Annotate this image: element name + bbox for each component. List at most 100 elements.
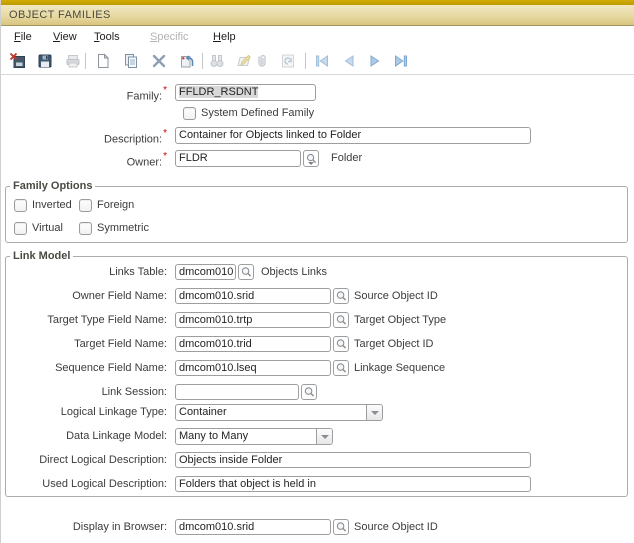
inverted-checkbox[interactable] — [14, 199, 27, 212]
dropdown-arrow-icon — [308, 162, 314, 165]
link-session-lookup-button[interactable] — [301, 384, 317, 400]
owner-description: Folder — [331, 150, 362, 167]
owner-lookup-button[interactable] — [303, 150, 319, 167]
magnifier-icon — [335, 362, 348, 374]
link-session-input[interactable] — [175, 384, 299, 400]
sequence-field-name-label: Sequence Field Name: — [1, 360, 167, 377]
dropdown-button[interactable] — [316, 429, 332, 444]
links-table-label: Links Table: — [1, 264, 167, 281]
display-in-browser-description: Source Object ID — [354, 519, 438, 536]
display-in-browser-input[interactable]: dmcom010.srid — [175, 519, 331, 535]
description-input[interactable]: Container for Objects linked to Folder — [175, 127, 531, 144]
description-label: Description:* — [1, 127, 167, 149]
find-binoculars-icon — [208, 52, 226, 70]
exit-button[interactable] — [8, 51, 28, 71]
first-record-button[interactable] — [312, 51, 332, 71]
target-field-name-input[interactable]: dmcom010.trid — [175, 336, 331, 352]
toolbar-separator — [202, 53, 203, 69]
sequence-field-name-input[interactable]: dmcom010.lseq — [175, 360, 331, 376]
edit-note-icon — [235, 52, 253, 70]
magnifier-icon — [240, 266, 253, 278]
used-logical-description-label: Used Logical Description: — [1, 476, 167, 493]
exit-icon — [9, 52, 27, 70]
print-button[interactable] — [63, 51, 83, 71]
magnifier-icon — [303, 386, 316, 398]
required-marker: * — [163, 151, 167, 162]
dropdown-arrow-icon — [371, 411, 379, 415]
print-icon — [64, 52, 82, 70]
magnifier-icon — [335, 338, 348, 350]
magnifier-icon — [335, 521, 348, 533]
next-record-button[interactable] — [365, 51, 385, 71]
revert-icon — [178, 52, 196, 70]
toolbar-separator — [85, 53, 86, 69]
virtual-checkbox[interactable] — [14, 222, 27, 235]
target-field-description: Target Object ID — [354, 336, 433, 353]
toolbar-separator — [305, 53, 306, 69]
target-type-field-name-label: Target Type Field Name: — [1, 312, 167, 329]
toolbar — [1, 47, 634, 75]
find-button[interactable] — [207, 51, 227, 71]
target-type-field-lookup-button[interactable] — [333, 312, 349, 328]
links-table-input[interactable]: dmcom010 — [175, 264, 236, 280]
delete-button[interactable] — [149, 51, 169, 71]
required-marker: * — [163, 128, 167, 139]
system-defined-family-checkbox[interactable] — [183, 107, 196, 120]
copy-icon — [122, 52, 140, 70]
new-document-icon — [94, 52, 112, 70]
owner-field-name-input[interactable]: dmcom010.srid — [175, 288, 331, 304]
symmetric-label: Symmetric — [97, 221, 149, 236]
refresh-button[interactable] — [278, 51, 298, 71]
used-logical-description-input[interactable]: Folders that object is held in — [175, 476, 531, 492]
previous-record-icon — [340, 52, 358, 70]
family-input[interactable]: FFLDR_RSDNT — [175, 84, 316, 101]
inverted-label: Inverted — [32, 198, 72, 213]
new-button[interactable] — [93, 51, 113, 71]
family-label: Family:* — [1, 84, 167, 106]
sequence-field-description: Linkage Sequence — [354, 360, 445, 377]
virtual-label: Virtual — [32, 221, 63, 236]
revert-button[interactable] — [177, 51, 197, 71]
direct-logical-description-input[interactable]: Objects inside Folder — [175, 452, 531, 468]
link-model-title: Link Model — [10, 249, 73, 263]
foreign-checkbox[interactable] — [79, 199, 92, 212]
next-record-icon — [366, 52, 384, 70]
system-defined-family-label: System Defined Family — [201, 106, 314, 121]
foreign-label: Foreign — [97, 198, 134, 213]
last-record-icon — [392, 52, 410, 70]
menu-view[interactable]: View — [53, 27, 77, 47]
menu-help[interactable]: Help — [213, 27, 236, 47]
target-type-field-name-input[interactable]: dmcom010.trtp — [175, 312, 331, 328]
menu-file[interactable]: File — [14, 27, 32, 47]
symmetric-checkbox[interactable] — [79, 222, 92, 235]
title-bar: OBJECT FAMILIES — [1, 5, 634, 26]
required-marker: * — [163, 85, 167, 96]
refresh-icon — [279, 52, 297, 70]
edit-button[interactable] — [234, 51, 254, 71]
links-table-lookup-button[interactable] — [238, 264, 254, 280]
sequence-field-lookup-button[interactable] — [333, 360, 349, 376]
dropdown-button[interactable] — [366, 405, 382, 420]
menu-specific[interactable]: Specific — [150, 27, 189, 47]
magnifier-icon — [335, 314, 348, 326]
display-in-browser-lookup-button[interactable] — [333, 519, 349, 535]
logical-linkage-type-select[interactable]: Container — [175, 404, 383, 421]
target-field-name-label: Target Field Name: — [1, 336, 167, 353]
save-icon — [36, 52, 54, 70]
links-table-description: Objects Links — [261, 264, 327, 281]
target-type-field-description: Target Object Type — [354, 312, 446, 329]
owner-input[interactable]: FLDR — [175, 150, 301, 167]
data-linkage-model-select[interactable]: Many to Many — [175, 428, 333, 445]
delete-icon — [150, 52, 168, 70]
first-record-icon — [313, 52, 331, 70]
save-button[interactable] — [35, 51, 55, 71]
copy-button[interactable] — [121, 51, 141, 71]
attachment-button[interactable] — [252, 51, 272, 71]
target-field-lookup-button[interactable] — [333, 336, 349, 352]
previous-record-button[interactable] — [339, 51, 359, 71]
last-record-button[interactable] — [391, 51, 411, 71]
menu-tools[interactable]: Tools — [94, 27, 120, 47]
family-options-title: Family Options — [10, 179, 95, 193]
owner-field-description: Source Object ID — [354, 288, 438, 305]
owner-field-lookup-button[interactable] — [333, 288, 349, 304]
